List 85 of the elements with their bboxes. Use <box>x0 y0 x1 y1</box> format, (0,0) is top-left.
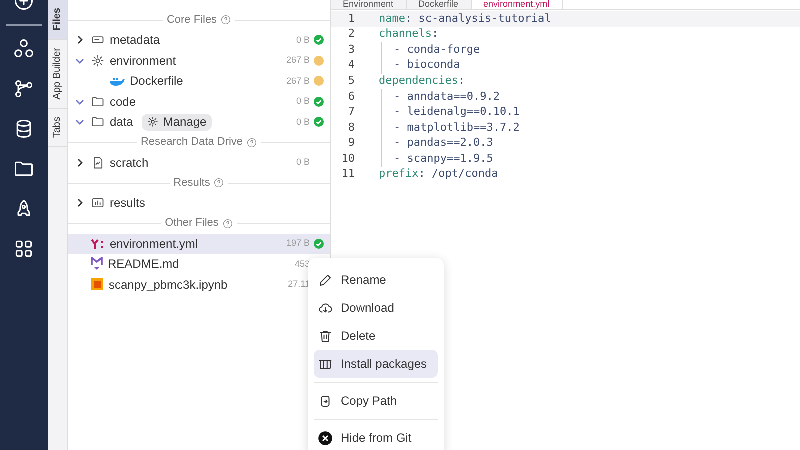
editor-tab[interactable]: Environment <box>331 0 407 9</box>
section-heading: Research Data Drive <box>140 135 244 150</box>
line-number: 6 <box>347 88 356 105</box>
whale-icon <box>109 75 125 88</box>
file-row[interactable]: results <box>68 193 330 214</box>
trash-icon <box>318 328 333 344</box>
file-size: 267 B <box>286 54 310 67</box>
side-tab[interactable]: Tabs <box>48 108 67 147</box>
line-number: 4 <box>347 57 356 74</box>
folder-icon <box>91 94 105 109</box>
editor-tab[interactable]: environment.yml <box>472 0 563 9</box>
branch-icon[interactable] <box>13 78 35 100</box>
line-number: 11 <box>340 166 356 182</box>
menu-item[interactable]: Hide from Git <box>314 424 438 450</box>
line-number: 9 <box>347 135 356 152</box>
code-line: - leidenalg==0.10.1 <box>381 104 520 121</box>
line-number: 5 <box>347 72 356 89</box>
help-icon <box>222 218 233 228</box>
nodes-icon[interactable] <box>13 38 35 60</box>
code-line: - matplotlib==3.7.2 <box>381 120 520 136</box>
line-number: 2 <box>347 26 356 42</box>
notebook-icon <box>91 278 104 292</box>
file-name: scanpy_pbmc3k.ipynb <box>109 276 228 294</box>
file-name: data <box>110 114 134 132</box>
manage-button[interactable]: Manage <box>142 114 212 131</box>
file-size: 0 B <box>296 156 310 169</box>
side-tab[interactable]: App Builder <box>48 40 67 108</box>
code-line: name: sc-analysis-tutorial <box>379 10 552 27</box>
file-size: 0 B <box>296 95 310 108</box>
gear-icon <box>91 54 105 68</box>
file-row[interactable]: Dockerfile 267 B <box>68 71 330 92</box>
code-line: - conda-forge <box>381 42 480 58</box>
file-row[interactable]: code 0 B <box>68 92 330 112</box>
yaml-icon <box>91 238 105 250</box>
file-size: 27.11 <box>288 278 310 291</box>
menu-item[interactable]: Copy Path <box>314 387 438 415</box>
line-number: 1 <box>347 10 356 27</box>
help-icon <box>214 178 224 188</box>
code-line: - anndata==0.9.2 <box>381 88 500 106</box>
cloud-download-icon <box>318 300 333 316</box>
file-name: scratch <box>110 154 149 172</box>
line-number: 10 <box>340 150 356 167</box>
section-heading: Other Files <box>165 216 219 232</box>
side-tab[interactable]: Files <box>48 0 67 40</box>
file-name: code <box>110 94 136 111</box>
file-name: Dockerfile <box>130 73 184 90</box>
menu-item[interactable]: Delete <box>314 322 438 350</box>
file-name: README.md <box>108 256 180 274</box>
folder-icon <box>91 115 105 130</box>
editor-tab[interactable]: Dockerfile <box>406 0 472 9</box>
file-name: metadata <box>110 32 160 50</box>
file-name: results <box>110 195 146 212</box>
file-name: environment.yml <box>110 236 198 253</box>
code-line: prefix: /opt/conda <box>379 166 498 182</box>
pencil-icon <box>318 272 333 288</box>
file-size: 0 B <box>296 34 310 46</box>
menu-item[interactable]: Download <box>314 294 438 322</box>
code-line: dependencies: <box>379 72 466 89</box>
close-icon <box>318 430 333 446</box>
code-line: channels: <box>379 26 439 42</box>
line-number: 7 <box>347 104 356 120</box>
code-line: - scanpy==1.9.5 <box>381 150 494 168</box>
code-line: - bioconda <box>381 57 460 74</box>
file-row[interactable]: scratch 0 B <box>68 152 330 173</box>
file-icon <box>91 156 105 170</box>
chart-icon <box>91 196 105 210</box>
help-icon <box>221 15 232 25</box>
file-row[interactable]: environment 267 B <box>68 50 330 71</box>
line-number: 3 <box>347 42 356 58</box>
file-row[interactable]: metadata 0 B <box>68 30 330 50</box>
file-row[interactable]: environment.yml 197 B <box>68 234 330 254</box>
section-heading: Core Files <box>166 12 218 28</box>
file-row[interactable]: data Manage 0 B <box>68 112 330 132</box>
file-size: 197 B <box>286 237 310 250</box>
file-size: 267 B <box>286 74 310 88</box>
grid-icon[interactable] <box>13 238 35 260</box>
markdown-icon <box>91 257 103 272</box>
line-number: 8 <box>347 120 356 136</box>
file-name: environment <box>110 52 176 70</box>
code-line: - pandas==2.0.3 <box>381 135 494 152</box>
file-size: 0 B <box>296 116 310 128</box>
help-icon <box>247 138 258 148</box>
section-heading: Results <box>174 176 210 191</box>
menu-item[interactable]: Install packages <box>314 350 438 378</box>
gear-icon <box>147 116 160 128</box>
